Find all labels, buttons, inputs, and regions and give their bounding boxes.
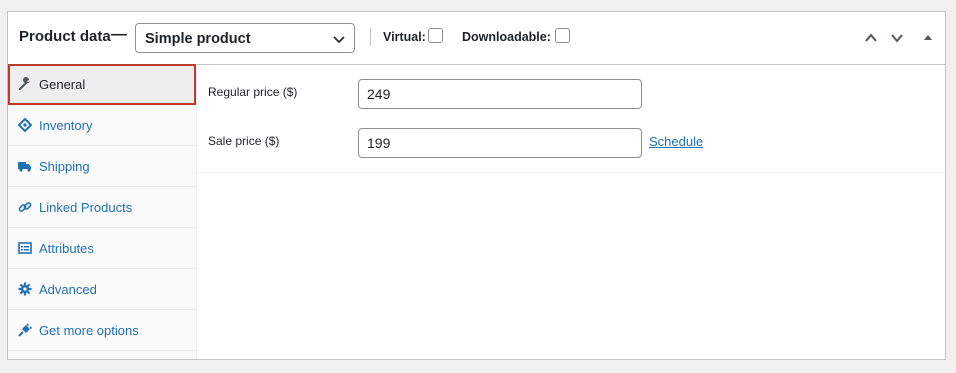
tab-label: General bbox=[39, 77, 86, 92]
truck-icon bbox=[18, 162, 31, 172]
chevron-down-icon bbox=[333, 36, 345, 44]
header-divider bbox=[370, 28, 371, 46]
tag-icon bbox=[18, 118, 32, 132]
virtual-checkbox[interactable] bbox=[428, 28, 443, 43]
general-tab-panel: Regular price ($) Sale price ($) Schedul… bbox=[197, 64, 945, 173]
move-down-icon[interactable] bbox=[890, 31, 904, 45]
product-data-tabs: General Inventory Shipping Linked Produc… bbox=[8, 64, 197, 359]
regular-price-label: Regular price ($) bbox=[208, 85, 298, 99]
title-dash: — bbox=[111, 26, 127, 43]
collapse-toggle-icon[interactable] bbox=[921, 31, 935, 45]
tab-label: Shipping bbox=[39, 159, 90, 174]
virtual-label: Virtual: bbox=[383, 30, 426, 44]
tab-get-more-options[interactable]: Get more options bbox=[8, 310, 196, 351]
gear-icon bbox=[18, 282, 32, 296]
schedule-link[interactable]: Schedule bbox=[649, 134, 703, 149]
list-icon bbox=[18, 242, 32, 254]
tab-label: Inventory bbox=[39, 118, 93, 133]
link-icon bbox=[18, 202, 32, 212]
sale-price-label: Sale price ($) bbox=[208, 134, 280, 148]
sale-price-input[interactable] bbox=[358, 128, 642, 158]
tab-label: Linked Products bbox=[39, 200, 133, 215]
product-type-select[interactable]: Simple product bbox=[135, 23, 355, 53]
selection-highlight bbox=[8, 64, 196, 105]
tab-inventory[interactable]: Inventory bbox=[8, 105, 196, 146]
move-up-icon[interactable] bbox=[864, 31, 878, 45]
panel-header: Product data — Simple product Virtual: D… bbox=[8, 12, 945, 65]
plugin-icon bbox=[18, 323, 32, 337]
tab-label: Get more options bbox=[39, 323, 139, 338]
panel-title: Product data bbox=[19, 28, 111, 45]
downloadable-label: Downloadable: bbox=[462, 30, 551, 44]
wrench-icon bbox=[19, 77, 30, 90]
product-data-panel: Product data — Simple product Virtual: D… bbox=[7, 11, 946, 360]
downloadable-checkbox[interactable] bbox=[555, 28, 570, 43]
tab-advanced[interactable]: Advanced bbox=[8, 269, 196, 310]
tab-attributes[interactable]: Attributes bbox=[8, 228, 196, 269]
tab-shipping[interactable]: Shipping bbox=[8, 146, 196, 187]
tab-linked-products[interactable]: Linked Products bbox=[8, 187, 196, 228]
product-type-value: Simple product bbox=[145, 31, 251, 47]
tab-label: Advanced bbox=[39, 282, 97, 297]
tab-label: Attributes bbox=[39, 241, 94, 256]
tab-general[interactable]: General bbox=[8, 64, 196, 105]
regular-price-input[interactable] bbox=[358, 79, 642, 109]
